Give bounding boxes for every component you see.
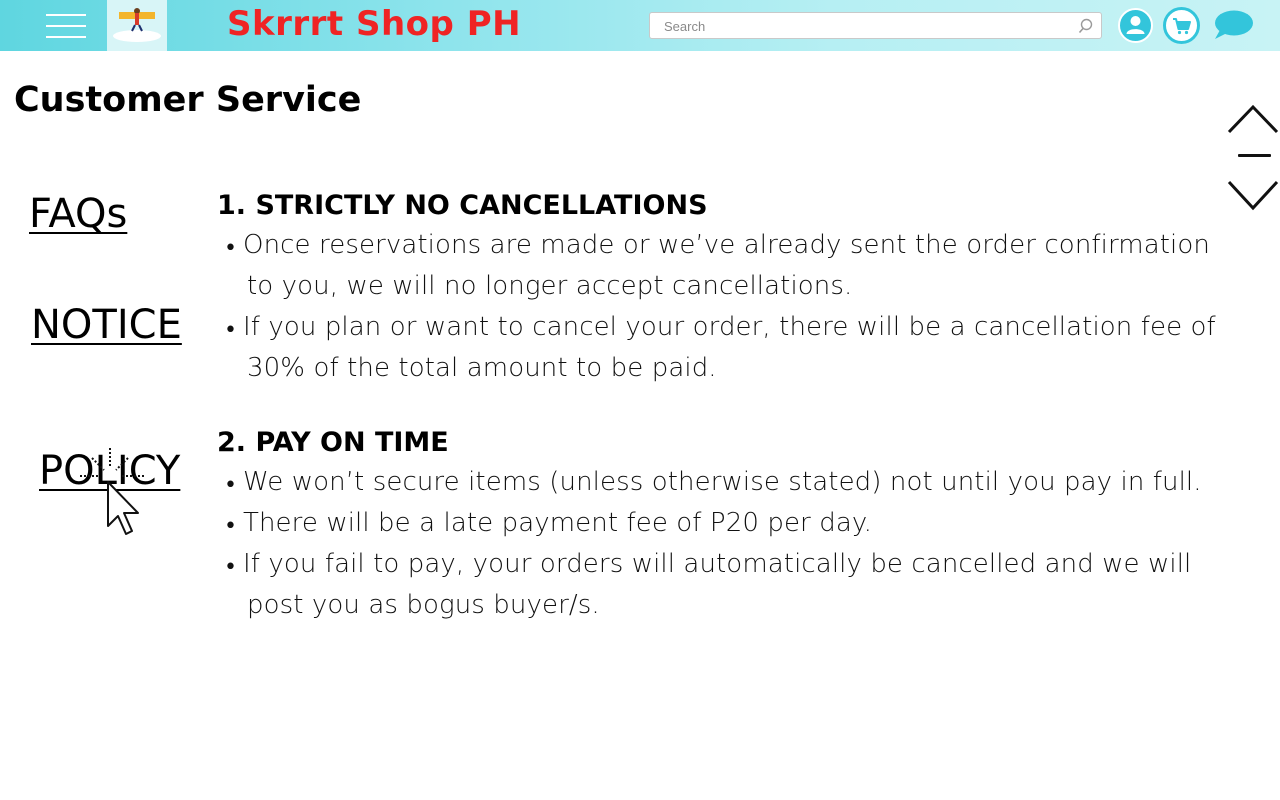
scroll-up-button[interactable]	[1226, 102, 1280, 136]
hamburger-menu-button[interactable]	[0, 0, 107, 51]
top-navigation-bar: Skrrrt Shop PH	[0, 0, 1280, 51]
chevron-up-icon	[1227, 104, 1279, 134]
chat-button[interactable]	[1212, 8, 1256, 42]
hamburger-menu-line	[46, 25, 86, 27]
section-text-line: 30% of the total amount to be paid.	[247, 353, 717, 383]
scroll-divider	[1238, 154, 1271, 157]
bullet-dot: •	[224, 473, 237, 498]
search-input[interactable]	[664, 17, 1064, 35]
search-bar[interactable]	[649, 12, 1102, 39]
shop-title[interactable]: Skrrrt Shop PH	[227, 4, 521, 44]
search-icon[interactable]	[1077, 17, 1095, 35]
section-text-line: Once reservations are made or we’ve alre…	[243, 230, 1210, 260]
cart-button[interactable]	[1163, 7, 1200, 44]
section-text-line: post you as bogus buyer/s.	[247, 590, 600, 620]
faqs-link[interactable]: FAQs	[29, 191, 127, 237]
section-text-line: If you plan or want to cancel your order…	[243, 312, 1216, 342]
hamburger-menu-line	[46, 36, 86, 38]
bullet-dot: •	[224, 514, 237, 539]
section-text-line: to you, we will no longer accept cancell…	[247, 271, 853, 301]
user-icon	[1126, 16, 1145, 34]
shop-logo-graphic	[107, 0, 167, 51]
bullet-dot: •	[224, 555, 237, 580]
section-heading-pay-on-time: 2. PAY ON TIME	[217, 427, 449, 458]
section-text-line: We won’t secure items (unless otherwise …	[243, 467, 1202, 497]
chevron-down-icon	[1227, 180, 1279, 211]
cart-icon	[1173, 18, 1191, 35]
profile-button[interactable]	[1118, 8, 1153, 43]
hamburger-menu-icon	[46, 14, 86, 16]
section-text-line: If you fail to pay, your orders will aut…	[243, 549, 1192, 579]
page-title: Customer Service	[14, 80, 362, 120]
scroll-down-button[interactable]	[1226, 178, 1280, 212]
chat-bubble-icon	[1215, 10, 1253, 39]
section-text-line: There will be a late payment fee of P20 …	[243, 508, 872, 538]
bullet-dot: •	[224, 236, 237, 261]
notice-link[interactable]: NOTICE	[31, 302, 182, 348]
shop-logo[interactable]	[107, 0, 167, 51]
bullet-dot: •	[224, 318, 237, 343]
mouse-pointer-icon	[80, 448, 144, 535]
section-heading-cancellations: 1. STRICTLY NO CANCELLATIONS	[217, 190, 708, 221]
